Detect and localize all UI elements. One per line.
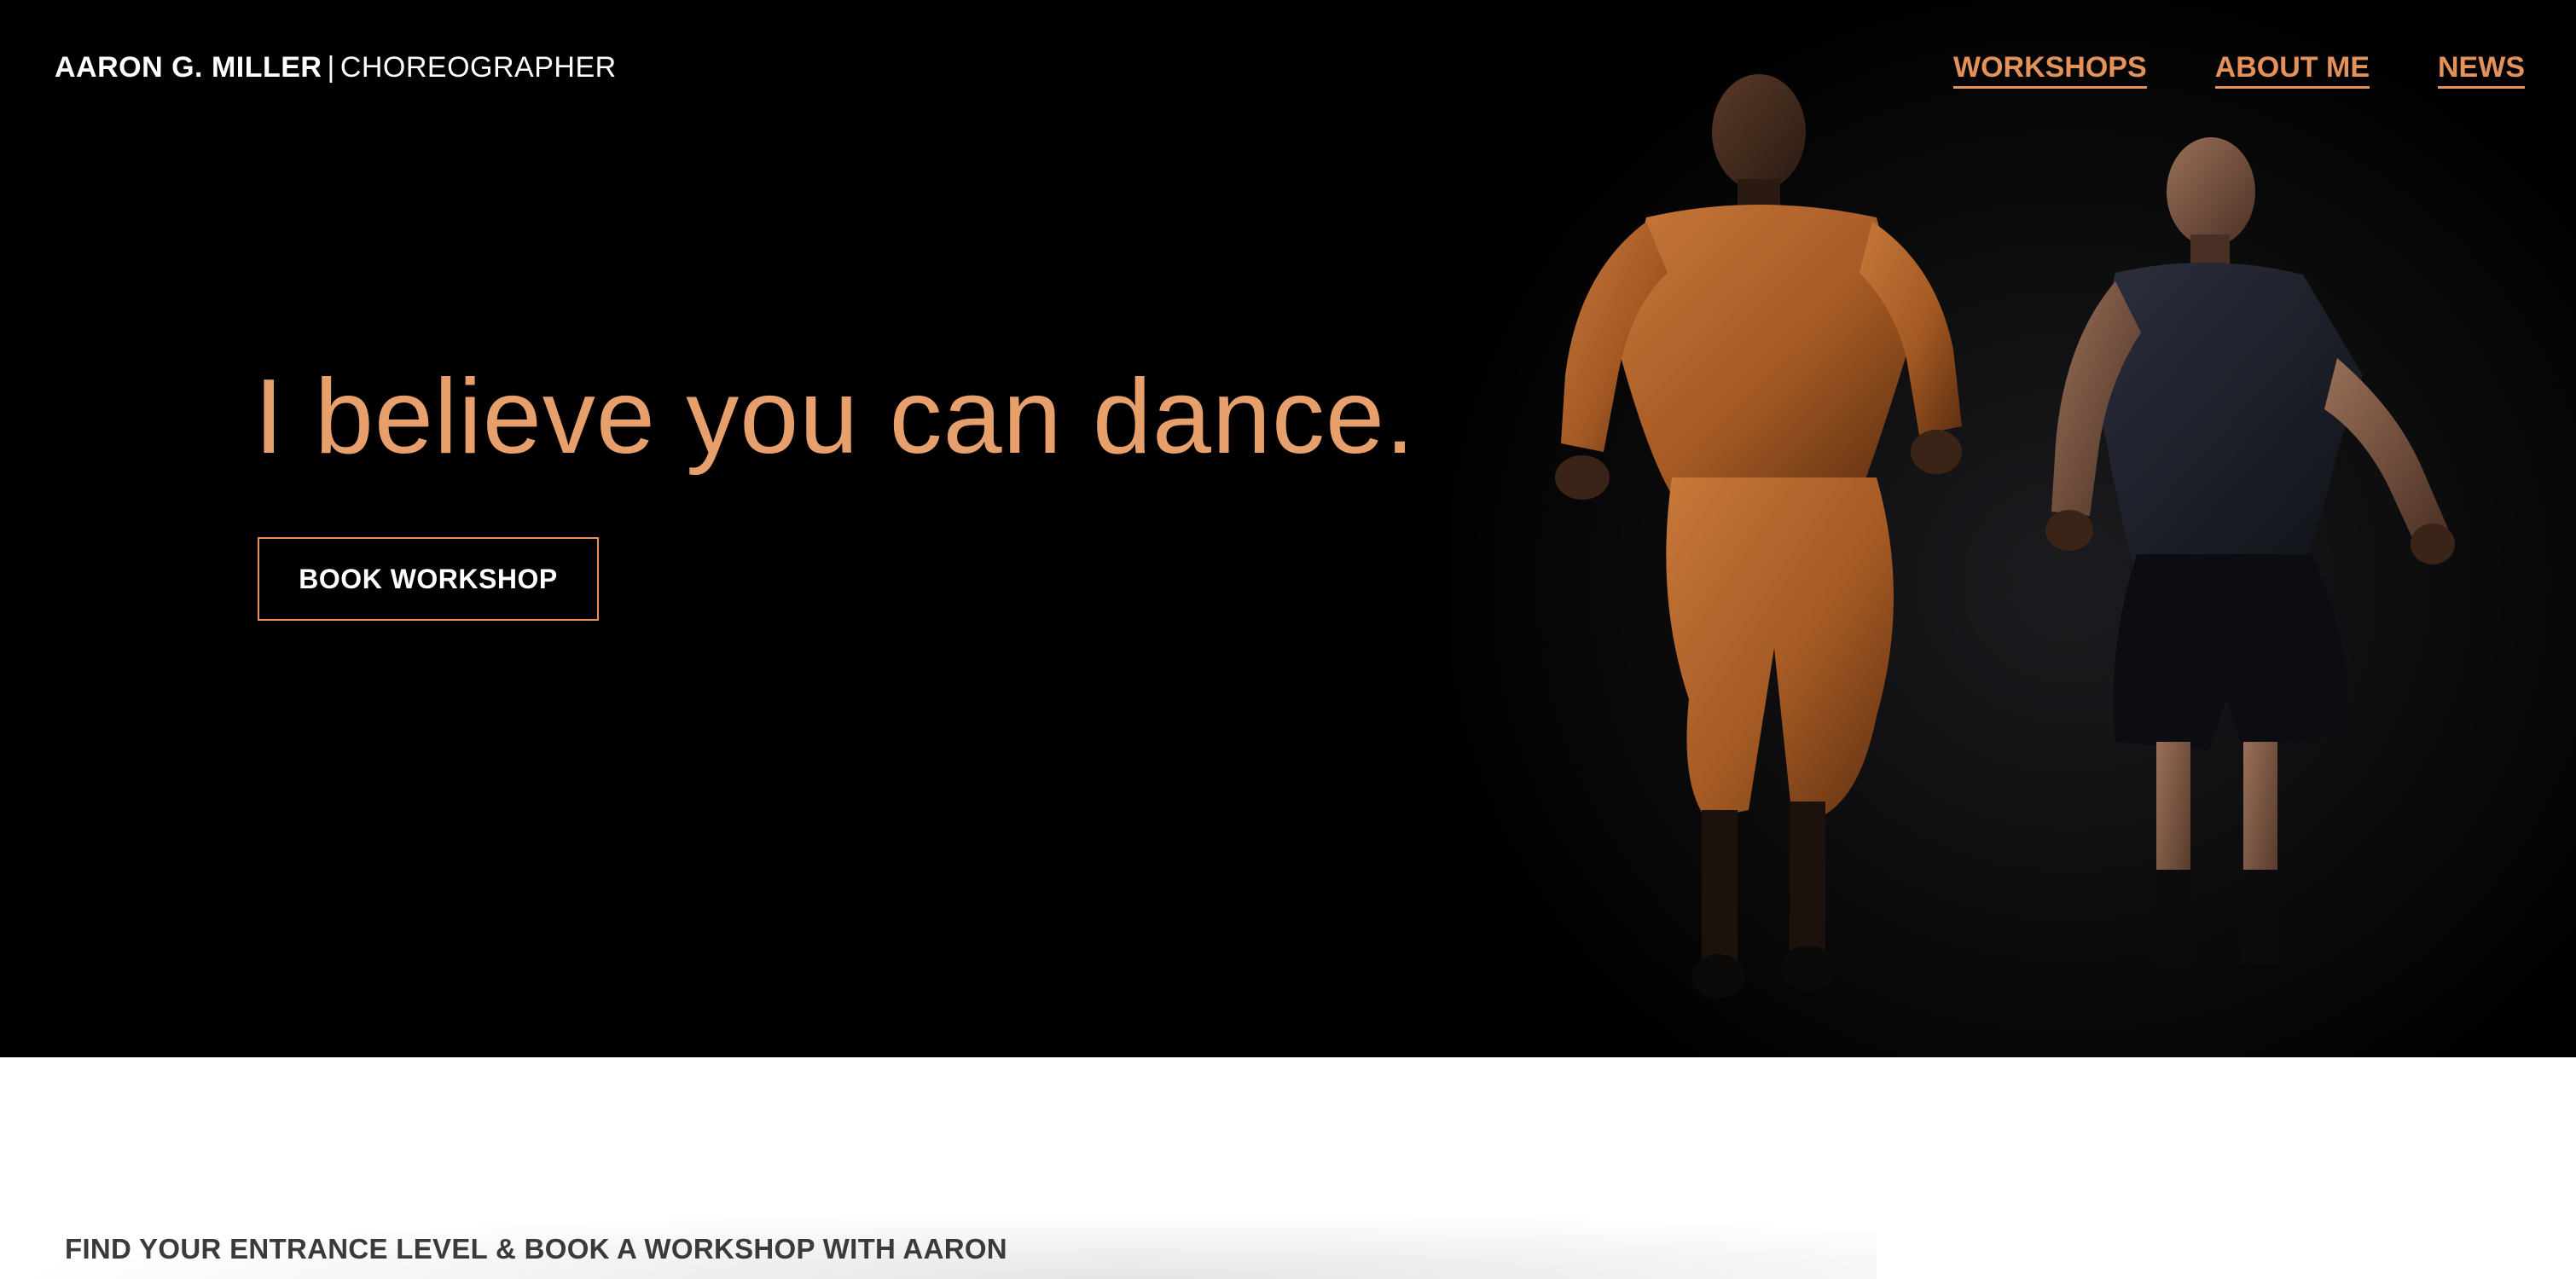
section-title: FIND YOUR ENTRANCE LEVEL & BOOK A WORKSH…: [65, 1233, 1007, 1265]
brand-separator: |: [327, 51, 335, 84]
dancers-photo: [1555, 74, 2455, 998]
nav-item-news[interactable]: NEWS: [2438, 51, 2525, 89]
nav-item-about-me[interactable]: ABOUT ME: [2214, 51, 2370, 89]
brand-name: AARON G. MILLER: [55, 51, 322, 84]
main-nav: WORKSHOPS ABOUT ME NEWS: [1952, 51, 2525, 89]
brand-role: CHOREOGRAPHER: [339, 51, 617, 84]
site-brand[interactable]: AARON G. MILLER | CHOREOGRAPHER: [55, 51, 617, 84]
nav-item-workshops[interactable]: WORKSHOPS: [1952, 51, 2147, 89]
dancer-navy: [2045, 137, 2455, 964]
dancer-orange: [1555, 74, 1962, 998]
book-workshop-button[interactable]: BOOK WORKSHOP: [258, 537, 599, 621]
hero-headline: I believe you can dance.: [254, 358, 1416, 476]
hero-section: AARON G. MILLER | CHOREOGRAPHER WORKSHOPS …: [0, 0, 2576, 1057]
